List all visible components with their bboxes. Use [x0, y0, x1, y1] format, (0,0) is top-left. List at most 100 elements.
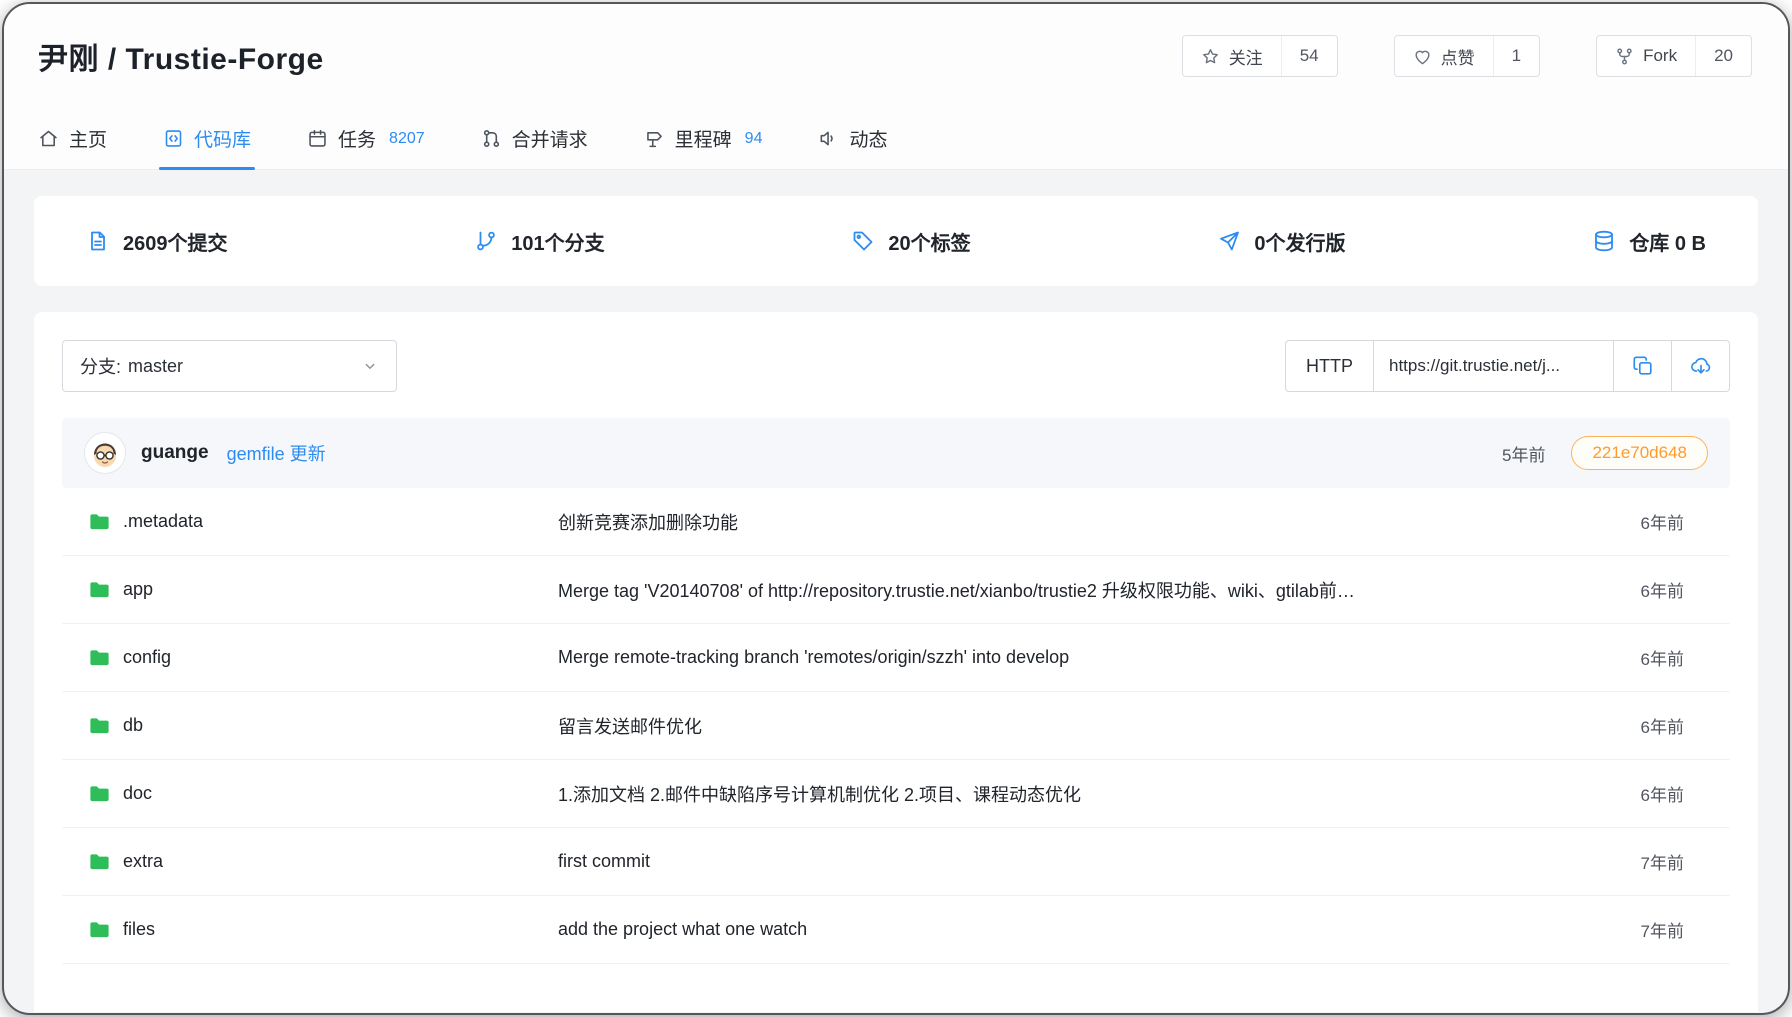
repo-actions: 关注 54 点赞 1 Fork 20: [1182, 35, 1752, 77]
stat-branches[interactable]: 101个分支: [474, 227, 604, 256]
file-row[interactable]: config Merge remote-tracking branch 'rem…: [62, 624, 1730, 692]
file-name[interactable]: doc: [123, 783, 152, 804]
file-list: .metadata 创新竞赛添加删除功能 6年前 app Merge tag '…: [62, 488, 1730, 964]
tab-home-label: 主页: [69, 125, 107, 152]
file-commit-time: 6年前: [1592, 713, 1684, 738]
stat-tags-label: 20个标签: [888, 227, 970, 256]
file-row[interactable]: app Merge tag 'V20140708' of http://repo…: [62, 556, 1730, 624]
fork-count[interactable]: 20: [1695, 36, 1751, 76]
tab-milestones-badge: 94: [745, 130, 763, 148]
milestone-icon: [644, 128, 665, 149]
folder-icon: [88, 578, 111, 601]
tab-milestones[interactable]: 里程碑 94: [644, 108, 763, 169]
stat-releases-label: 0个发行版: [1254, 227, 1345, 256]
fork-button[interactable]: Fork 20: [1596, 35, 1752, 77]
file-commit-message[interactable]: Merge remote-tracking branch 'remotes/or…: [558, 647, 1592, 668]
folder-icon: [88, 782, 111, 805]
stat-repo-size-label: 仓库 0 B: [1629, 227, 1706, 256]
file-row[interactable]: .metadata 创新竞赛添加删除功能 6年前: [62, 488, 1730, 556]
tab-home[interactable]: 主页: [38, 108, 107, 169]
fork-icon: [1615, 47, 1634, 66]
praise-button[interactable]: 点赞 1: [1394, 35, 1540, 77]
file-name[interactable]: .metadata: [123, 511, 203, 532]
branch-selector[interactable]: 分支: master: [62, 340, 397, 392]
fork-button-main: Fork: [1597, 36, 1695, 76]
heart-icon: [1413, 47, 1432, 66]
file-name-cell: app: [88, 578, 558, 601]
file-name[interactable]: extra: [123, 851, 163, 872]
latest-commit-bar: guange gemfile 更新 5年前 221e70d648: [62, 418, 1730, 488]
tab-merge-requests[interactable]: 合并请求: [481, 108, 588, 169]
header-zone: 尹刚 / Trustie-Forge 关注 54 点赞 1: [4, 4, 1788, 170]
file-commit-message[interactable]: 创新竞赛添加删除功能: [558, 509, 1592, 535]
activity-icon: [818, 128, 839, 149]
tab-tasks[interactable]: 任务 8207: [307, 108, 425, 169]
stat-branches-label: 101个分支: [511, 227, 604, 256]
avatar[interactable]: [84, 432, 126, 474]
task-icon: [307, 128, 328, 149]
tab-milestones-label: 里程碑: [675, 125, 732, 152]
file-name-cell: config: [88, 646, 558, 669]
commit-author[interactable]: guange: [141, 442, 209, 464]
tab-activity-label: 动态: [849, 125, 887, 152]
watch-button[interactable]: 关注 54: [1182, 35, 1338, 77]
repo-stats-bar: 2609个提交 101个分支 20个标签 0个发行版 仓库 0 B: [34, 196, 1758, 286]
download-button[interactable]: [1672, 340, 1730, 392]
home-icon: [38, 128, 59, 149]
file-row[interactable]: db 留言发送邮件优化 6年前: [62, 692, 1730, 760]
commit-message-link[interactable]: gemfile 更新: [227, 440, 326, 466]
file-commit-message[interactable]: add the project what one watch: [558, 919, 1592, 940]
file-name[interactable]: files: [123, 919, 155, 940]
file-commit-message[interactable]: first commit: [558, 851, 1592, 872]
file-commit-message[interactable]: Merge tag 'V20140708' of http://reposito…: [558, 577, 1592, 603]
stat-releases[interactable]: 0个发行版: [1217, 227, 1345, 256]
file-row[interactable]: files add the project what one watch 7年前: [62, 896, 1730, 964]
file-commit-time: 6年前: [1592, 509, 1684, 534]
tab-code-repository[interactable]: 代码库: [163, 108, 251, 169]
tab-code-repository-label: 代码库: [194, 125, 251, 152]
file-commit-message[interactable]: 1.添加文档 2.邮件中缺陷序号计算机制优化 2.项目、课程动态优化: [558, 781, 1592, 807]
copy-icon: [1632, 355, 1654, 377]
branch-selector-label: 分支:: [80, 353, 121, 379]
stat-tags[interactable]: 20个标签: [851, 227, 970, 256]
file-name[interactable]: config: [123, 647, 171, 668]
clone-url-group: HTTP: [1285, 340, 1730, 392]
clone-url-input[interactable]: [1389, 356, 1598, 376]
watch-count[interactable]: 54: [1281, 36, 1337, 76]
tab-activity[interactable]: 动态: [818, 108, 887, 169]
file-row[interactable]: doc 1.添加文档 2.邮件中缺陷序号计算机制优化 2.项目、课程动态优化 6…: [62, 760, 1730, 828]
file-name[interactable]: app: [123, 579, 153, 600]
clone-protocol-button[interactable]: HTTP: [1285, 340, 1374, 392]
file-name-cell: .metadata: [88, 510, 558, 533]
commit-time: 5年前: [1502, 441, 1545, 466]
file-commit-time: 7年前: [1592, 849, 1684, 874]
folder-icon: [88, 850, 111, 873]
commit-sha-pill[interactable]: 221e70d648: [1571, 436, 1708, 470]
file-commit-time: 6年前: [1592, 645, 1684, 670]
file-name[interactable]: db: [123, 715, 143, 736]
repo-toolbar: 分支: master HTTP: [62, 340, 1730, 392]
commit-doc-icon: [86, 229, 110, 253]
branch-selector-value: master: [128, 356, 183, 377]
file-commit-time: 7年前: [1592, 917, 1684, 942]
praise-label: 点赞: [1441, 44, 1475, 69]
app-window: 尹刚 / Trustie-Forge 关注 54 点赞 1: [2, 2, 1790, 1015]
file-row[interactable]: extra first commit 7年前: [62, 828, 1730, 896]
tab-merge-requests-label: 合并请求: [512, 125, 588, 152]
merge-request-icon: [481, 128, 502, 149]
stat-repo-size[interactable]: 仓库 0 B: [1592, 227, 1706, 256]
branch-icon: [474, 229, 498, 253]
file-commit-time: 6年前: [1592, 577, 1684, 602]
watch-button-main: 关注: [1183, 36, 1281, 76]
copy-url-button[interactable]: [1614, 340, 1672, 392]
stat-commits[interactable]: 2609个提交: [86, 227, 228, 256]
repository-card: 分支: master HTTP: [34, 312, 1758, 1012]
folder-icon: [88, 918, 111, 941]
page-title: 尹刚 / Trustie-Forge: [38, 34, 324, 78]
praise-button-main: 点赞: [1395, 36, 1493, 76]
praise-count[interactable]: 1: [1493, 36, 1539, 76]
file-commit-message[interactable]: 留言发送邮件优化: [558, 713, 1592, 739]
file-name-cell: doc: [88, 782, 558, 805]
file-commit-time: 6年前: [1592, 781, 1684, 806]
database-icon: [1592, 229, 1616, 253]
